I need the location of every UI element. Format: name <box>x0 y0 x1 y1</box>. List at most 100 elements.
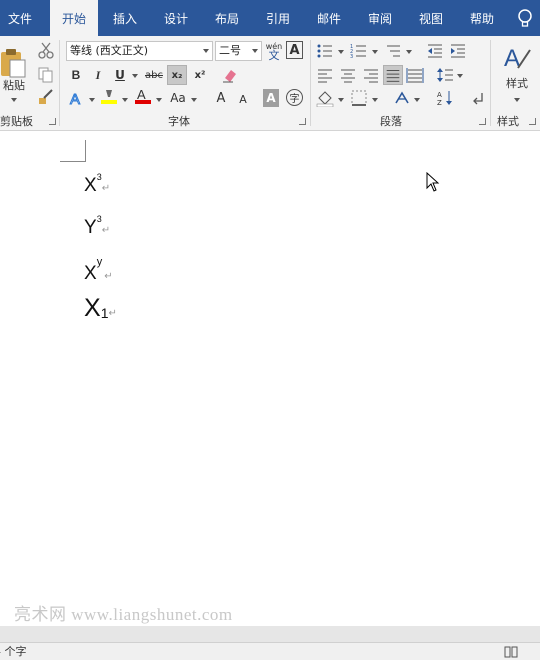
tab-home[interactable]: 开始 <box>50 0 98 36</box>
phonetic-bottom-text: 文 <box>268 49 280 62</box>
lightbulb-icon[interactable] <box>516 8 534 30</box>
show-hide-marks-icon[interactable] <box>470 89 488 107</box>
font-name-dropdown[interactable]: 等线 (西文正文) <box>66 41 213 61</box>
styles-dropdown-arrow[interactable] <box>514 98 520 102</box>
styles-launcher-icon[interactable] <box>529 118 536 125</box>
tab-insert[interactable]: 插入 <box>104 0 146 36</box>
bullets-dropdown-arrow[interactable] <box>338 50 344 54</box>
line-superscript-text: 3 <box>96 214 102 224</box>
underline-button[interactable]: U <box>112 66 128 84</box>
chinese-layout-dropdown-arrow[interactable] <box>414 98 420 102</box>
read-mode-icon[interactable] <box>504 646 518 658</box>
mouse-pointer-icon <box>426 172 440 192</box>
line-base-text: X <box>84 294 101 322</box>
underline-dropdown-arrow[interactable] <box>132 74 138 78</box>
decrease-indent-icon[interactable] <box>426 42 444 60</box>
tab-help[interactable]: 帮助 <box>461 0 503 36</box>
align-left-icon[interactable] <box>316 66 334 84</box>
horizontal-scrollbar[interactable] <box>0 626 540 642</box>
line-base-text: X <box>84 263 97 284</box>
chevron-down-icon <box>252 49 258 53</box>
phonetic-guide-button[interactable]: wén 文 <box>264 40 284 62</box>
shading-dropdown-arrow[interactable] <box>338 98 344 102</box>
doc-line-x-power-y[interactable]: Xy↵ <box>84 256 113 285</box>
justify-icon[interactable] <box>383 65 403 85</box>
tab-layout[interactable]: 布局 <box>206 0 248 36</box>
multilevel-list-icon[interactable] <box>384 42 402 60</box>
tab-mailings[interactable]: 邮件 <box>308 0 350 36</box>
shading-icon[interactable] <box>316 89 334 107</box>
line-spacing-icon[interactable] <box>436 66 454 84</box>
character-border-button[interactable]: A <box>286 41 303 59</box>
font-color-icon[interactable]: A <box>134 87 152 105</box>
group-separator <box>310 40 311 126</box>
grow-font-button[interactable]: A <box>213 89 229 107</box>
text-effects-icon[interactable]: A <box>68 89 86 108</box>
text-effects-dropdown-arrow[interactable] <box>89 98 95 102</box>
word-count[interactable]: 4 个字 <box>0 643 27 660</box>
align-right-icon[interactable] <box>362 66 380 84</box>
font-size-dropdown[interactable]: 二号 <box>215 41 262 61</box>
bullets-icon[interactable] <box>316 42 334 60</box>
copy-icon[interactable] <box>37 66 55 84</box>
styles-icon[interactable]: A <box>503 42 531 72</box>
italic-button[interactable]: I <box>90 66 106 84</box>
numbering-icon[interactable]: 1 2 3 <box>350 42 368 60</box>
line-spacing-dropdown-arrow[interactable] <box>457 74 463 78</box>
cut-icon[interactable] <box>37 42 55 60</box>
sort-icon[interactable]: AZ <box>436 89 454 107</box>
tab-view[interactable]: 视图 <box>410 0 452 36</box>
superscript-button[interactable]: x² <box>190 66 210 84</box>
doc-line-y-cubed[interactable]: Y3↵ <box>84 214 110 239</box>
bold-button[interactable]: B <box>68 66 84 84</box>
subscript-button[interactable]: x₂ <box>167 65 187 85</box>
clipboard-launcher-icon[interactable] <box>49 118 56 125</box>
highlight-color-icon[interactable] <box>100 87 118 105</box>
increase-indent-icon[interactable] <box>449 42 467 60</box>
paragraph-group-label: 段落 <box>380 115 402 128</box>
change-case-button[interactable]: Aa <box>167 89 189 107</box>
character-shading-button[interactable]: A <box>263 89 279 107</box>
ribbon-tab-bar: 文件 开始 插入 设计 布局 引用 邮件 审阅 视图 帮助 <box>0 0 540 36</box>
ribbon: 粘贴 剪贴板 等线 (西文正文) 二号 wén 文 A B I U abc x₂… <box>0 36 540 131</box>
font-color-dropdown-arrow[interactable] <box>156 98 162 102</box>
line-base-text: X <box>84 175 97 196</box>
distributed-icon[interactable] <box>406 66 424 84</box>
paste-button[interactable]: 粘贴 <box>0 78 28 92</box>
highlight-dropdown-arrow[interactable] <box>122 98 128 102</box>
clipboard-group-label: 剪贴板 <box>0 115 33 128</box>
align-center-icon[interactable] <box>339 66 357 84</box>
chinese-layout-icon[interactable] <box>394 89 412 107</box>
document-page[interactable]: X3↵ Y3↵ Xy↵ X1↵ 亮术网 www.liangshunet.com <box>0 132 540 626</box>
clear-formatting-icon[interactable] <box>221 66 239 84</box>
paragraph-launcher-icon[interactable] <box>479 118 486 125</box>
tab-file[interactable]: 文件 <box>0 0 40 36</box>
tab-review[interactable]: 审阅 <box>359 0 401 36</box>
tab-design[interactable]: 设计 <box>155 0 197 36</box>
enclose-characters-button[interactable]: 字 <box>286 89 303 106</box>
paste-icon[interactable] <box>0 48 26 78</box>
borders-dropdown-arrow[interactable] <box>372 98 378 102</box>
line-superscript-text: 3 <box>96 172 102 182</box>
change-case-dropdown-arrow[interactable] <box>191 98 197 102</box>
shrink-font-button[interactable]: A <box>236 91 250 107</box>
paragraph-mark-icon: ↵ <box>104 271 113 282</box>
multilevel-dropdown-arrow[interactable] <box>406 50 412 54</box>
strikethrough-button[interactable]: abc <box>143 66 165 84</box>
tab-references[interactable]: 引用 <box>257 0 299 36</box>
svg-text:3: 3 <box>350 54 353 60</box>
chevron-down-icon <box>203 49 209 53</box>
doc-line-x-sub-1[interactable]: X1↵ <box>84 294 117 323</box>
svg-text:A: A <box>437 91 442 99</box>
numbering-dropdown-arrow[interactable] <box>372 50 378 54</box>
paragraph-mark-icon: ↵ <box>101 225 111 236</box>
borders-icon[interactable] <box>350 89 368 107</box>
svg-text:Z: Z <box>437 99 442 107</box>
doc-line-x-cubed[interactable]: X3↵ <box>84 172 110 197</box>
font-launcher-icon[interactable] <box>299 118 306 125</box>
format-painter-icon[interactable] <box>37 88 55 106</box>
paste-dropdown-arrow[interactable] <box>11 98 17 102</box>
font-group-label: 字体 <box>168 115 190 128</box>
styles-button[interactable]: 样式 <box>502 76 532 90</box>
font-name-value: 等线 (西文正文) <box>70 44 149 57</box>
